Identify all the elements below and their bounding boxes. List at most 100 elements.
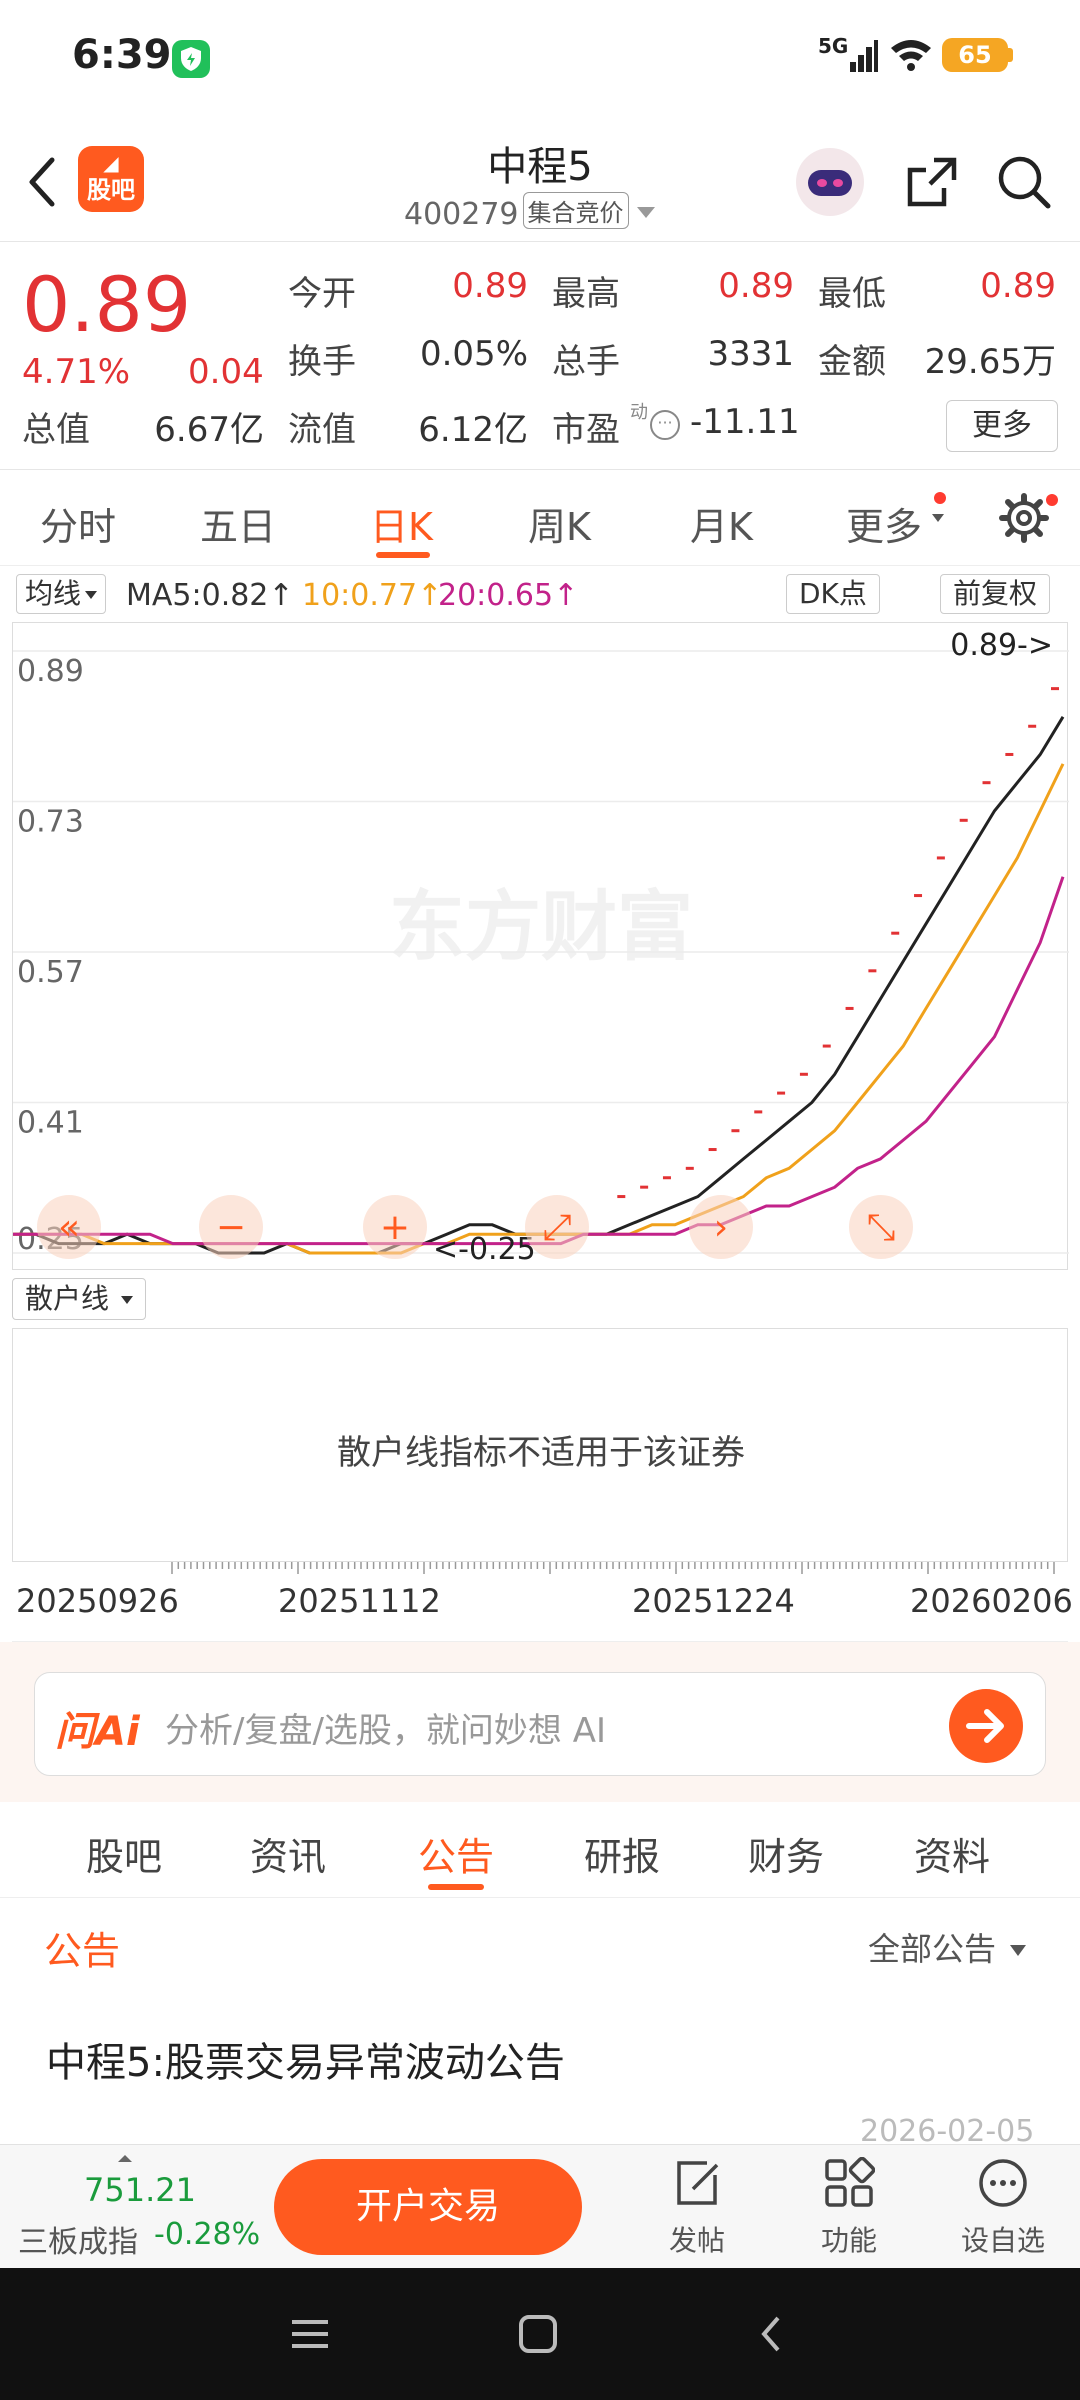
high-price-label: 0.89-> (950, 628, 1053, 663)
more-quote-button[interactable]: 更多 (946, 400, 1058, 452)
dk-point-button[interactable]: DK点 (786, 574, 880, 614)
turnover-value: 0.05% (419, 334, 528, 374)
chevron-down-icon (636, 207, 655, 218)
open-account-trade-button[interactable]: 开户交易 (274, 2159, 582, 2255)
grid-icon (825, 2156, 876, 2207)
turnover-label: 换手 (288, 342, 356, 382)
indicator-panel: 散户线指标不适用于该证券 (12, 1328, 1068, 1562)
menu-icon[interactable] (290, 2314, 330, 2354)
volume-value: 3331 (707, 334, 794, 374)
index-value[interactable]: 751.21 (84, 2171, 196, 2209)
add-watchlist-button[interactable]: 设自选 (948, 2157, 1058, 2259)
y-tick-label: 0.89 (17, 654, 84, 689)
indicator-message: 散户线指标不适用于该证券 (337, 1433, 745, 1473)
y-tick-label: 0.41 (17, 1106, 84, 1141)
pe-label: 市盈 (552, 410, 620, 450)
section-tabs: 股吧 资讯 公告 研报 财务 资料 (0, 1802, 1080, 1898)
tab-guba[interactable]: 股吧 (86, 1826, 162, 1881)
high-label: 最高 (552, 274, 620, 314)
index-name[interactable]: 三板成指 (18, 2217, 138, 2261)
rewind-icon[interactable]: « (37, 1195, 101, 1259)
date-label: 20250926 (16, 1582, 179, 1620)
signal-icon (850, 40, 878, 72)
stock-header: ◢ 股吧 中程5 400279 集合竞价 (0, 116, 1080, 242)
float-cap-value: 6.12亿 (418, 410, 528, 450)
quote-panel: 0.89 4.71% 0.04 今开 0.89 最高 0.89 最低 0.89 … (0, 242, 1080, 470)
open-label: 今开 (288, 274, 356, 314)
forward-icon[interactable]: › (689, 1195, 753, 1259)
market-cap-label: 总值 (22, 410, 90, 450)
low-price-label: <-0.25 (433, 1232, 536, 1267)
share-icon[interactable] (904, 154, 960, 210)
gear-icon[interactable] (998, 492, 1050, 544)
tab-intraday[interactable]: 分时 (40, 496, 116, 551)
home-icon[interactable] (518, 2314, 558, 2354)
stock-code: 400279 (404, 197, 519, 232)
svg-text:⤢: ⤢ (543, 1207, 572, 1248)
battery-icon: 65 (942, 38, 1008, 72)
expand-icon[interactable]: ⤡ (849, 1195, 913, 1259)
expand-up-icon[interactable] (118, 2155, 132, 2162)
indicator-selector[interactable]: 散户线 (12, 1278, 147, 1320)
tab-profile[interactable]: 资料 (914, 1826, 990, 1881)
tab-news[interactable]: 资讯 (250, 1826, 326, 1881)
ma20-value: 20:0.65↑ (438, 578, 579, 613)
chevron-down-icon (121, 1296, 134, 1304)
change-percent: 4.71% (22, 352, 131, 392)
edit-icon (677, 2161, 719, 2205)
kline-chart[interactable]: 东方财富0.890.730.570.410.250.89-><-0.25«−+⤢… (12, 622, 1069, 1270)
tab-finance[interactable]: 财务 (748, 1826, 824, 1881)
status-time: 6:39 (72, 32, 172, 78)
float-cap-label: 流值 (288, 410, 356, 450)
chevron-down-icon (1010, 1945, 1027, 1956)
svg-text:+: + (380, 1207, 410, 1248)
svg-text:−: − (216, 1207, 246, 1248)
indicator-selector-label: 散户线 (25, 1282, 110, 1315)
svg-text:⤡: ⤡ (867, 1207, 896, 1248)
announcement-title[interactable]: 中程5:股票交易异常波动公告 (46, 2030, 565, 2088)
zoom-in-icon[interactable]: + (363, 1195, 427, 1259)
crosshair-icon[interactable]: ⤢ (525, 1195, 589, 1259)
ma10-value: 10:0.77↑ (302, 578, 443, 613)
tab-weekly-k[interactable]: 周K (528, 496, 591, 551)
post-button[interactable]: 发帖 (642, 2157, 752, 2259)
tab-five-day[interactable]: 五日 (200, 496, 276, 551)
status-bar: 6:39 5G 65 (0, 0, 1080, 116)
auction-badge: 集合竞价 (522, 192, 629, 229)
back-icon[interactable] (752, 2314, 792, 2354)
series-line-ma10 (13, 763, 1065, 1255)
ai-robot-avatar[interactable] (796, 148, 864, 216)
search-icon[interactable] (996, 154, 1052, 210)
announcement-filter-label: 全部公告 (868, 1930, 997, 1968)
market-cap-value: 6.67亿 (154, 410, 264, 450)
index-change[interactable]: -0.28% (154, 2217, 260, 2252)
ma-selector[interactable]: 均线 (16, 574, 107, 614)
announcement-filter[interactable]: 全部公告 (868, 1924, 1027, 1970)
svg-text:«: « (58, 1207, 80, 1248)
more-dots-icon (979, 2159, 1027, 2207)
time-axis-ticks (171, 1562, 1055, 1574)
battery-tip (1008, 48, 1013, 62)
arrow-right-icon[interactable] (949, 1689, 1023, 1763)
more-dots-icon[interactable]: ··· (650, 410, 680, 440)
zoom-out-icon[interactable]: − (199, 1195, 263, 1259)
time-axis: 20250926 20251112 20251224 20260206 (12, 1562, 1073, 1642)
chevron-down-icon (932, 514, 944, 522)
tab-daily-k[interactable]: 日K (370, 496, 433, 551)
ai-search-input[interactable]: 问Ai 分析/复盘/选股，就问妙想 AI (34, 1672, 1046, 1776)
active-tab-indicator (428, 1884, 484, 1890)
tab-announcements[interactable]: 公告 (418, 1826, 494, 1881)
functions-button[interactable]: 功能 (794, 2156, 904, 2259)
kline-chart-svg: 东方财富0.890.730.570.410.250.89-><-0.25«−+⤢… (13, 628, 1069, 1267)
current-price: 0.89 (22, 260, 192, 349)
adjust-button[interactable]: 前复权 (940, 574, 1051, 614)
wifi-icon (891, 40, 931, 71)
ai-logo: 问Ai (55, 1709, 140, 1755)
tab-more[interactable]: 更多 (846, 496, 922, 551)
high-value: 0.89 (718, 266, 794, 306)
stock-subline[interactable]: 400279 集合竞价 (404, 192, 655, 232)
tab-monthly-k[interactable]: 月K (690, 496, 753, 551)
low-label: 最低 (818, 274, 886, 314)
tab-research[interactable]: 研报 (584, 1826, 660, 1881)
add-watchlist-label: 设自选 (960, 2224, 1045, 2257)
